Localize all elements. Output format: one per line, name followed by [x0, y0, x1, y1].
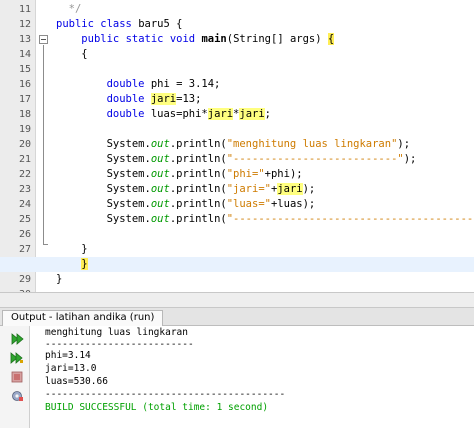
line-number: 24: [18, 199, 31, 210]
settings-icon[interactable]: [10, 389, 24, 403]
code-line-17: double jari=13;: [106, 93, 202, 105]
output-line: ----------------------------------------…: [45, 389, 286, 400]
output-line: jari=13.0: [45, 363, 97, 374]
stop-icon[interactable]: [10, 370, 24, 384]
line-number: 13: [18, 34, 31, 45]
line-number: 11: [18, 4, 31, 15]
rerun-with-options-icon[interactable]: [10, 351, 24, 365]
code-line-18: double luas=phi*jari*jari;: [106, 108, 271, 120]
code-line-12: public class baru5 {: [56, 18, 183, 30]
output-line: phi=3.14: [45, 350, 91, 361]
code-line-25: System.out.println("--------------------…: [106, 213, 474, 225]
output-tab-bar: Output - latihan andika (run): [0, 308, 474, 326]
code-line-22: System.out.println("phi="+phi);: [106, 168, 303, 180]
fold-guide: [43, 45, 44, 244]
code-line-16: double phi = 3.14;: [106, 78, 221, 90]
line-number: 15: [18, 64, 31, 75]
code-line-24: System.out.println("luas="+luas);: [106, 198, 316, 210]
line-number: 16: [18, 79, 31, 90]
code-line-11: */: [68, 3, 82, 15]
fold-toggle-icon[interactable]: [39, 35, 48, 44]
code-area[interactable]: */ public class baru5 { public static vo…: [0, 0, 474, 292]
code-line-27: }: [81, 243, 88, 255]
rerun-icon[interactable]: [10, 332, 24, 346]
line-number: 29: [18, 274, 31, 285]
line-number: 27: [18, 244, 31, 255]
line-number: 19: [18, 124, 31, 135]
code-line-20: System.out.println("menghitung luas ling…: [106, 138, 411, 150]
output-line: luas=530.66: [45, 376, 108, 387]
line-number: 12: [18, 19, 31, 30]
output-window: Output - latihan andika (run) menghitung…: [0, 308, 474, 428]
line-number: 26: [18, 229, 31, 240]
line-number: 17: [18, 94, 31, 105]
output-line: menghitung luas lingkaran: [45, 327, 188, 338]
panel-splitter[interactable]: [0, 292, 474, 308]
line-number: 25: [18, 214, 31, 225]
fold-guide-end: [43, 244, 48, 245]
output-toolbar: [0, 326, 30, 428]
code-line-23: System.out.println("jari="+jari);: [106, 183, 316, 195]
line-number: 14: [18, 49, 31, 60]
code-line-21: System.out.println("--------------------…: [106, 153, 417, 165]
code-editor[interactable]: 11 12 13 14 15 16 17 18 19 20 21 22 23 2…: [0, 0, 474, 292]
line-number-gutter: 11 12 13 14 15 16 17 18 19 20 21 22 23 2…: [0, 0, 36, 292]
tab-output[interactable]: Output - latihan andika (run): [2, 310, 164, 326]
code-line-14: {: [81, 48, 88, 60]
current-line: }: [0, 257, 474, 272]
build-status: BUILD SUCCESSFUL (total time: 1 second): [45, 402, 269, 413]
code-line-13: public static void main(String[] args) {: [81, 33, 335, 45]
line-number: 21: [18, 154, 31, 165]
line-number: 23: [18, 184, 31, 195]
line-number: 18: [18, 109, 31, 120]
code-line-29: }: [56, 273, 63, 285]
line-number: 22: [18, 169, 31, 180]
line-number: 20: [18, 139, 31, 150]
